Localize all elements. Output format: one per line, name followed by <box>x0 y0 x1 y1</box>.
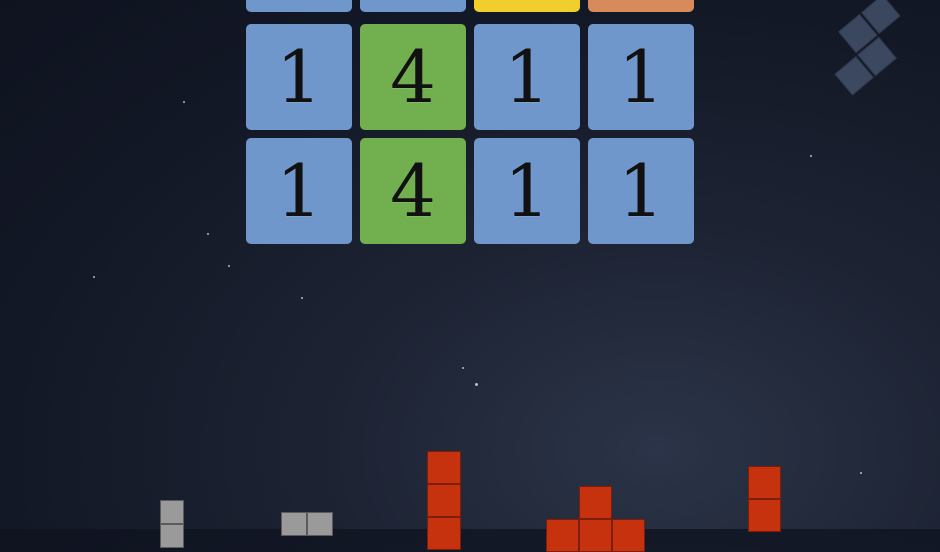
tile[interactable] <box>588 0 694 12</box>
gray-block <box>281 512 307 536</box>
gray-block <box>160 500 184 524</box>
tile[interactable]: 1 <box>588 138 694 244</box>
gray-block <box>160 524 184 548</box>
red-block <box>546 519 579 552</box>
red-block <box>579 519 612 552</box>
tile[interactable] <box>474 0 580 12</box>
tile-value: 4 <box>390 35 436 119</box>
red-block <box>748 466 781 499</box>
tile-value: 1 <box>504 35 550 119</box>
red-block <box>579 486 612 519</box>
tile[interactable]: 1 <box>474 24 580 130</box>
game-board: 1 4 1 1 1 4 1 1 <box>0 0 940 529</box>
red-block <box>612 519 645 552</box>
tile[interactable]: 1 <box>246 138 352 244</box>
tile-value: 1 <box>618 35 664 119</box>
tile-value: 1 <box>618 149 664 233</box>
red-block <box>427 484 461 517</box>
tile-value: 1 <box>276 149 322 233</box>
tile-value: 1 <box>276 35 322 119</box>
tile[interactable]: 4 <box>360 138 466 244</box>
tile-value: 4 <box>390 149 436 233</box>
tile[interactable]: 4 <box>360 24 466 130</box>
tile[interactable]: 1 <box>246 24 352 130</box>
tile-value: 1 <box>504 149 550 233</box>
tile[interactable] <box>246 0 352 12</box>
gray-block <box>307 512 333 536</box>
tile[interactable]: 1 <box>474 138 580 244</box>
tile[interactable] <box>360 0 466 12</box>
tile[interactable]: 1 <box>588 24 694 130</box>
red-block <box>427 517 461 550</box>
red-block <box>427 451 461 484</box>
red-block <box>748 499 781 532</box>
